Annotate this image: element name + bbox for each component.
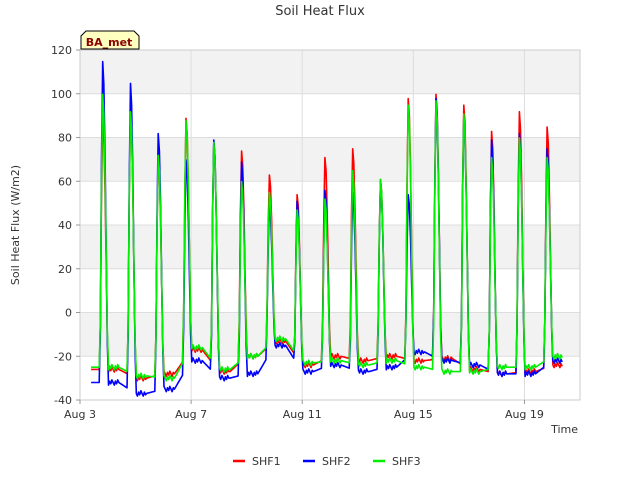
legend-label: SHF2 <box>322 455 351 468</box>
x-tick-label: Aug 19 <box>505 408 544 421</box>
badge: BA_met <box>80 30 140 50</box>
plot-band <box>80 137 580 182</box>
x-tick-label: Aug 3 <box>64 408 96 421</box>
y-axis-label: Soil Heat Flux (W/m2) <box>9 165 22 285</box>
plot-band <box>80 225 580 269</box>
x-tick-label: Aug 7 <box>175 408 207 421</box>
y-tick-label: -20 <box>54 350 72 363</box>
y-tick-label: 20 <box>58 263 72 276</box>
plot-band <box>80 181 580 225</box>
y-tick-label: 40 <box>58 219 72 232</box>
x-tick-label: Aug 15 <box>394 408 433 421</box>
x-axis-ticks: Aug 3 Aug 7 Aug 11 Aug 15 Aug 19 <box>64 400 544 421</box>
x-axis-label: Time <box>550 423 578 436</box>
y-tick-label: 0 <box>65 307 72 320</box>
y-tick-label: -40 <box>54 394 72 407</box>
legend-label: SHF1 <box>252 455 281 468</box>
legend-label: SHF3 <box>392 455 421 468</box>
y-tick-label: 120 <box>51 44 72 57</box>
x-tick-label: Aug 11 <box>283 408 322 421</box>
chart-container: Soil Heat Flux -40 -20 0 20 40 60 80 100 120 Aug… <box>0 0 640 480</box>
y-tick-label: 100 <box>51 88 72 101</box>
plot-band <box>80 268 580 313</box>
legend: SHF1 SHF2 SHF3 <box>233 455 421 468</box>
badge-label: BA_met <box>86 36 133 49</box>
plot-band <box>80 93 580 138</box>
chart-title: Soil Heat Flux <box>275 4 365 19</box>
y-tick-label: 60 <box>58 175 72 188</box>
soil-heat-flux-chart: Soil Heat Flux -40 -20 0 20 40 60 80 100 120 Aug… <box>9 4 581 468</box>
plot-band <box>80 50 580 94</box>
y-tick-label: 80 <box>58 132 72 145</box>
y-axis-ticks: -40 -20 0 20 40 60 80 100 120 <box>51 44 80 407</box>
